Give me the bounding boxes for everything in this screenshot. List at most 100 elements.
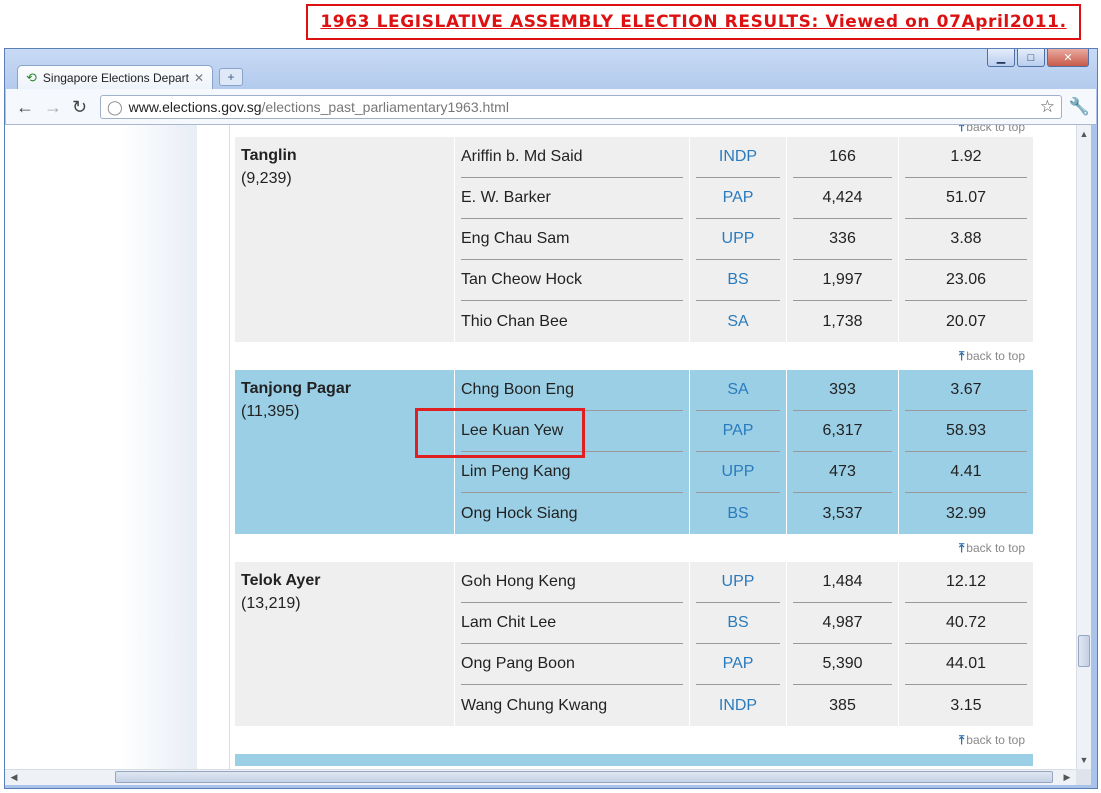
vote-percent-cell: 40.72 [898, 603, 1033, 644]
party-name-cell: BS [689, 493, 787, 534]
reload-icon[interactable]: ↻ [72, 97, 87, 118]
scroll-up-arrow-icon[interactable]: ▲ [1077, 127, 1091, 141]
vote-percent: 58.93 [905, 411, 1027, 452]
party-name-cell: UPP [689, 452, 787, 493]
bookmark-star-icon[interactable]: ☆ [1040, 97, 1055, 117]
vote-percent-cell: 4.41 [898, 452, 1033, 493]
vote-percent: 20.07 [945, 312, 987, 330]
party-name: INDP [696, 137, 780, 178]
party-name-cell: BS [689, 603, 787, 644]
party-name: BS [696, 603, 780, 644]
address-bar[interactable]: ◯ www.elections.gov.sg/elections_past_pa… [100, 95, 1062, 119]
candidate-name: Thio Chan Bee [461, 312, 568, 330]
scroll-right-arrow-icon[interactable]: ▶ [1060, 770, 1074, 785]
maximize-button[interactable]: □ [1017, 49, 1045, 67]
close-window-button[interactable]: ✕ [1047, 49, 1089, 67]
party-name: PAP [696, 644, 780, 685]
candidate-name: Goh Hong Keng [461, 562, 683, 603]
back-to-top-link[interactable]: back to top [966, 733, 1025, 747]
browser-toolbar: ← → ↻ ◯ www.elections.gov.sg/elections_p… [6, 89, 1096, 125]
vote-percent: 3.15 [950, 696, 982, 714]
candidate-row: Telok Ayer (13,219) Goh Hong Keng UPP 1,484 1… [235, 562, 1033, 726]
candidate-name-cell: Chng Boon Eng [454, 370, 690, 411]
wrench-menu-icon[interactable]: 🔧 [1069, 97, 1090, 117]
vote-percent-cell: 32.99 [898, 493, 1033, 534]
vote-count: 336 [793, 219, 892, 260]
party-name-cell: BS [689, 260, 787, 301]
candidate-name-cell: Ong Hock Siang [454, 493, 690, 534]
vertical-scroll-thumb[interactable] [1078, 635, 1090, 667]
scroll-down-arrow-icon[interactable]: ▼ [1077, 753, 1091, 767]
vote-percent-cell: 3.67 [898, 370, 1033, 411]
candidate-row: Tanglin (9,239) Ariffin b. Md Said INDP 166 1… [235, 137, 1033, 342]
tab-elections[interactable]: ⟲ Singapore Elections Depart... ✕ [17, 65, 213, 89]
party-name: PAP [696, 411, 780, 452]
party-name-cell: SA [689, 370, 787, 411]
vote-count: 166 [793, 137, 892, 178]
up-arrow-icon: ⤒ [958, 732, 965, 747]
vote-percent: 51.07 [905, 178, 1027, 219]
party-name: BS [727, 504, 749, 522]
vote-count-cell: 3,537 [786, 493, 899, 534]
forward-arrow-icon[interactable]: → [44, 97, 62, 118]
vote-percent-cell: 58.93 [898, 411, 1033, 452]
party-name: UPP [696, 219, 780, 260]
vote-percent: 32.99 [945, 504, 987, 522]
back-to-top-row: ⤒ back to top [235, 534, 1033, 562]
back-arrow-icon[interactable]: ← [16, 97, 34, 118]
party-name: INDP [718, 696, 758, 714]
url-host: www.elections.gov.sg [128, 99, 262, 115]
next-constituency-row [235, 754, 1033, 766]
vote-count: 1,738 [822, 312, 863, 330]
party-name: SA [727, 312, 749, 330]
candidate-name: Wang Chung Kwang [461, 696, 608, 714]
party-name: UPP [696, 452, 780, 493]
back-to-top-row: ⤒ back to top [235, 726, 1033, 754]
party-name-cell: UPP [689, 219, 787, 260]
horizontal-scrollbar[interactable]: ◀ ▶ [5, 769, 1076, 785]
vertical-scrollbar[interactable]: ▲ ▼ [1076, 125, 1091, 769]
back-to-top-link[interactable]: back to top [966, 349, 1025, 363]
vote-percent-cell: 3.15 [898, 685, 1033, 726]
candidate-name: Ong Hock Siang [461, 504, 578, 522]
candidate-name: Tan Cheow Hock [461, 260, 683, 301]
vote-count: 385 [829, 696, 856, 714]
vote-percent-cell: 44.01 [898, 644, 1033, 685]
vote-count-cell: 4,424 [786, 178, 899, 219]
vote-count-cell: 385 [786, 685, 899, 726]
candidate-name-cell: Goh Hong Keng [454, 562, 690, 603]
back-to-top-row: ⤒ back to top [235, 125, 1033, 137]
back-to-top-link[interactable]: back to top [966, 541, 1025, 555]
candidate-name-cell: Lam Chit Lee [454, 603, 690, 644]
party-name: PAP [696, 178, 780, 219]
vote-count: 6,317 [793, 411, 892, 452]
vote-percent: 40.72 [905, 603, 1027, 644]
back-to-top-link[interactable]: back to top [966, 125, 1025, 134]
vote-count-cell: 1,738 [786, 301, 899, 342]
page-icon: ◯ [107, 98, 123, 115]
constituency-cell: Tanglin (9,239) [235, 137, 455, 342]
up-arrow-icon: ⤒ [958, 540, 965, 555]
vote-percent-cell: 12.12 [898, 562, 1033, 603]
candidate-name-cell: E. W. Barker [454, 178, 690, 219]
party-name-cell: SA [689, 301, 787, 342]
scroll-left-arrow-icon[interactable]: ◀ [7, 770, 21, 785]
annotation-caption: 1963 LEGISLATIVE ASSEMBLY ELECTION RESUL… [306, 4, 1081, 40]
candidate-name: E. W. Barker [461, 178, 683, 219]
tab-strip: ⟲ Singapore Elections Depart... ✕ + [17, 63, 243, 89]
vote-count: 4,424 [793, 178, 892, 219]
constituency-electors: (9,239) [241, 170, 292, 187]
vote-count-cell: 473 [786, 452, 899, 493]
horizontal-scroll-thumb[interactable] [115, 771, 1053, 783]
constituency-cell: Telok Ayer (13,219) [235, 562, 455, 726]
party-name-cell: UPP [689, 562, 787, 603]
vote-percent-cell: 3.88 [898, 219, 1033, 260]
new-tab-button[interactable]: + [219, 68, 243, 86]
vote-count-cell: 393 [786, 370, 899, 411]
minimize-button[interactable]: ▁ [987, 49, 1015, 67]
tab-close-icon[interactable]: ✕ [194, 71, 204, 85]
party-name: SA [696, 370, 780, 411]
up-arrow-icon: ⤒ [958, 348, 965, 363]
constituency-electors: (13,219) [241, 595, 301, 612]
tab-title: Singapore Elections Depart... [42, 70, 190, 85]
